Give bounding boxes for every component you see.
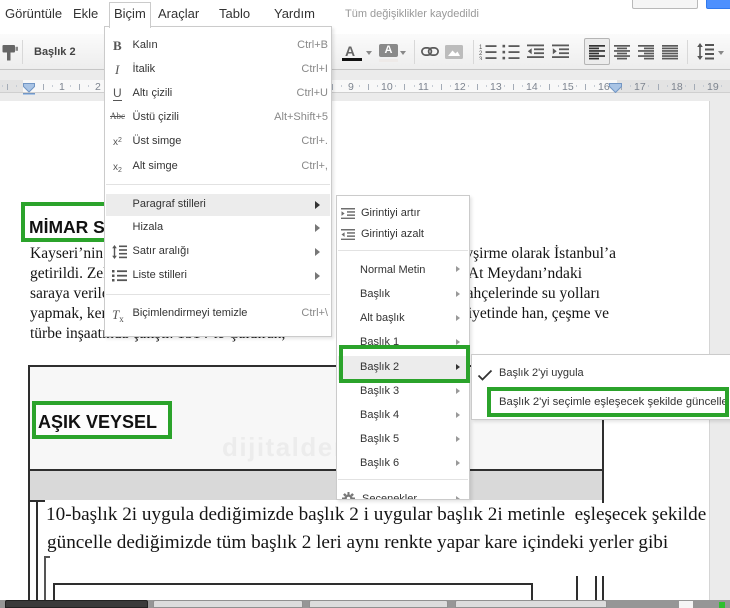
svg-text:3: 3 [479,57,483,60]
